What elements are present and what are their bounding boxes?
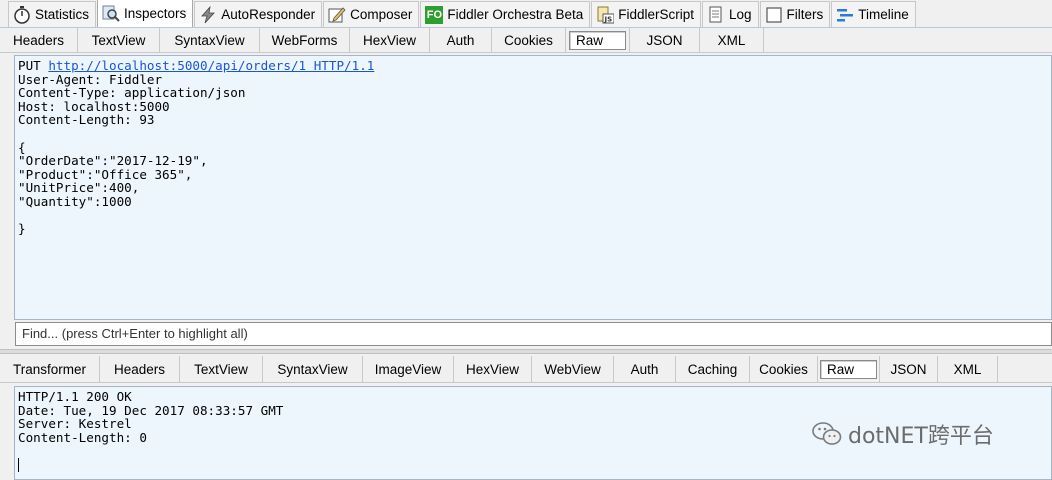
response-line: Content-Length: 0 — [18, 429, 147, 445]
response-tab-transformer[interactable]: Transformer — [0, 356, 100, 382]
svg-text:JS: JS — [604, 15, 613, 23]
tab-statistics[interactable]: Statistics — [8, 1, 97, 27]
tab-label: Inspectors — [124, 6, 187, 21]
find-placeholder: Find... (press Ctrl+Enter to highlight a… — [22, 326, 248, 341]
magnifier-icon — [102, 5, 120, 23]
stopwatch-icon — [13, 5, 31, 24]
watermark: dotNET跨平台 — [812, 418, 994, 450]
log-icon — [707, 6, 725, 24]
response-tab-auth[interactable]: Auth — [614, 356, 676, 382]
tab-label: Composer — [350, 7, 413, 22]
lightning-icon — [199, 5, 217, 24]
tab-fiddler-orchestra[interactable]: FO Fiddler Orchestra Beta — [420, 1, 591, 27]
tab-filters[interactable]: Filters — [759, 1, 831, 27]
tab-log[interactable]: Log — [702, 1, 759, 27]
tab-label: Log — [729, 7, 752, 22]
tab-label: AutoResponder — [221, 7, 316, 22]
checkbox-icon — [765, 6, 783, 24]
request-tab-headers[interactable]: Headers — [0, 28, 78, 52]
response-tab-syntaxview[interactable]: SyntaxView — [263, 356, 363, 382]
request-tab-xml[interactable]: XML — [700, 28, 764, 52]
tab-composer[interactable]: Composer — [323, 1, 420, 27]
response-tab-webview[interactable]: WebView — [532, 356, 614, 382]
find-input[interactable]: Find... (press Ctrl+Enter to highlight a… — [15, 322, 1052, 346]
pane-splitter[interactable] — [0, 349, 1052, 354]
fo-icon: FO — [425, 5, 444, 24]
request-tab-textview[interactable]: TextView — [78, 28, 160, 52]
request-tab-strip: Headers TextView SyntaxView WebForms Hex… — [0, 28, 1052, 53]
response-tab-xml[interactable]: XML — [938, 356, 998, 382]
tab-label: Fiddler Orchestra Beta — [447, 7, 584, 22]
response-tab-headers[interactable]: Headers — [100, 356, 180, 382]
wechat-icon — [812, 421, 842, 447]
watermark-text: dotNET跨平台 — [848, 424, 994, 449]
response-tab-json[interactable]: JSON — [880, 356, 938, 382]
tab-timeline[interactable]: Timeline — [831, 1, 916, 27]
request-header-line: Content-Length: 93 — [18, 112, 155, 128]
compose-icon — [328, 6, 346, 24]
tab-label: Timeline — [858, 7, 909, 22]
response-tab-raw[interactable]: Raw — [818, 356, 880, 382]
request-tab-cookies[interactable]: Cookies — [492, 28, 566, 52]
tab-label: FiddlerScript — [618, 7, 694, 22]
request-tab-webforms[interactable]: WebForms — [260, 28, 350, 52]
request-raw-textarea[interactable]: PUT http://localhost:5000/api/orders/1 H… — [14, 55, 1052, 320]
tab-fiddlerscript[interactable]: JS FiddlerScript — [591, 1, 701, 27]
request-body-line: } — [18, 221, 26, 237]
response-tab-imageview[interactable]: ImageView — [363, 356, 454, 382]
response-tab-cookies[interactable]: Cookies — [750, 356, 818, 382]
request-tab-syntaxview[interactable]: SyntaxView — [160, 28, 260, 52]
response-tab-textview[interactable]: TextView — [180, 356, 263, 382]
request-tab-json[interactable]: JSON — [630, 28, 700, 52]
request-body-line: "Quantity":1000 — [18, 193, 132, 209]
tab-label: Filters — [786, 7, 824, 22]
js-script-icon: JS — [596, 6, 615, 24]
response-tab-strip: Transformer Headers TextView SyntaxView … — [0, 356, 1052, 383]
tab-inspectors[interactable]: Inspectors — [97, 0, 194, 27]
tab-label: Statistics — [35, 7, 90, 22]
top-tab-strip: Statistics Inspectors AutoResponder Comp… — [0, 0, 1052, 28]
text-caret — [18, 458, 19, 473]
response-tab-caching[interactable]: Caching — [676, 356, 750, 382]
timeline-icon — [836, 6, 854, 24]
tab-autoresponder[interactable]: AutoResponder — [194, 1, 323, 27]
response-tab-hexview[interactable]: HexView — [454, 356, 532, 382]
request-tab-hexview[interactable]: HexView — [350, 28, 430, 52]
request-tab-auth[interactable]: Auth — [430, 28, 492, 52]
request-tab-raw[interactable]: Raw — [566, 28, 630, 52]
